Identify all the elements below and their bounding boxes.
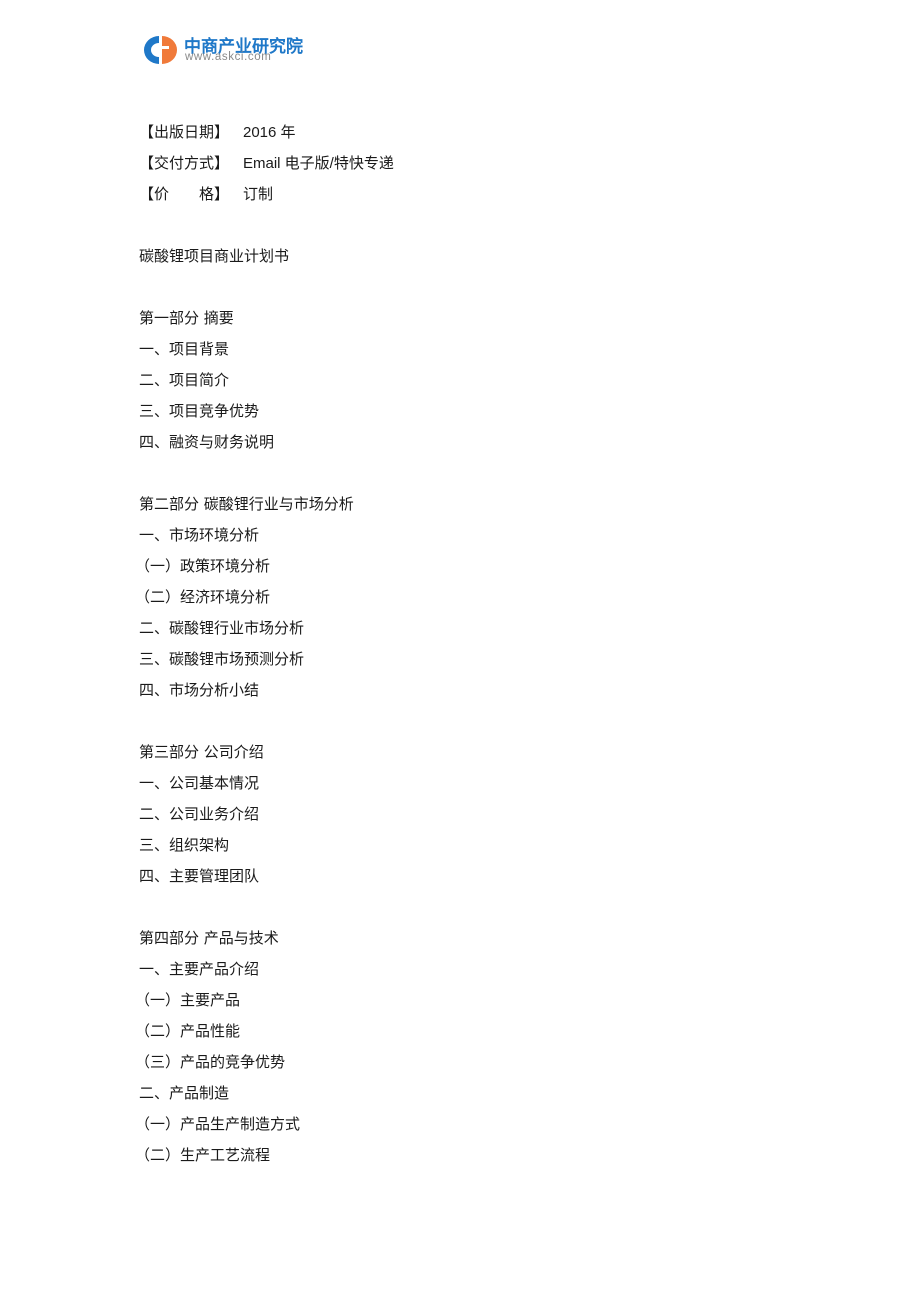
toc-item: （一）政策环境分析: [135, 557, 271, 575]
meta-label: 【交付方式】: [139, 154, 230, 172]
toc-item: 二、产品制造: [139, 1084, 230, 1102]
toc-item: 四、主要管理团队: [139, 867, 260, 885]
toc-item: 四、市场分析小结: [139, 681, 260, 699]
meta-label: 【出版日期】: [139, 123, 230, 141]
publication-meta: 【出版日期】 2016 年 【交付方式】 Email 电子版/特快专递 【价 格】订…: [139, 120, 394, 213]
section-heading: 第一部分 摘要: [139, 309, 234, 327]
meta-price: 【价 格】 订制: [139, 182, 394, 213]
section-heading: 第四部分 产品与技术: [139, 929, 279, 947]
meta-publish-date: 【出版日期】 2016 年: [139, 120, 394, 151]
toc-item: 一、项目背景: [139, 340, 230, 358]
toc-item: 四、融资与财务说明: [139, 433, 275, 451]
table-of-contents: 碳酸锂项目商业计划书 第一部分 摘要 一、项目背景 二、项目简介 三、项目竞争优…: [135, 244, 354, 1174]
toc-item: 一、公司基本情况: [139, 774, 260, 792]
meta-value: Email 电子版/特快专递: [243, 155, 394, 172]
toc-item: 三、项目竞争优势: [139, 402, 260, 420]
meta-value: 订制: [243, 186, 274, 203]
company-logo: 中商产业研究院 www.askci.com: [140, 32, 320, 68]
toc-item: （一）主要产品: [135, 991, 241, 1009]
section-heading: 第三部分 公司介绍: [139, 743, 264, 761]
section-heading: 第二部分 碳酸锂行业与市场分析: [139, 495, 354, 513]
logo-url: www.askci.com: [185, 51, 272, 63]
toc-item: （二）经济环境分析: [135, 588, 271, 606]
toc-item: （三）产品的竞争优势: [135, 1053, 286, 1071]
toc-item: 一、主要产品介绍: [139, 960, 260, 978]
logo-mark-icon: [144, 36, 177, 64]
document-title: 碳酸锂项目商业计划书: [139, 247, 290, 265]
toc-item: 二、公司业务介绍: [139, 805, 260, 823]
toc-item: 一、市场环境分析: [139, 526, 260, 544]
meta-label: 【价 格】: [139, 185, 230, 203]
toc-item: 三、组织架构: [139, 836, 230, 854]
toc-item: 二、项目简介: [139, 371, 230, 389]
toc-item: （二）生产工艺流程: [135, 1146, 271, 1164]
meta-delivery: 【交付方式】 Email 电子版/特快专递: [139, 151, 394, 182]
toc-item: 二、碳酸锂行业市场分析: [139, 619, 305, 637]
meta-value: 2016 年: [243, 124, 296, 141]
toc-item: （一）产品生产制造方式: [135, 1115, 301, 1133]
toc-item: 三、碳酸锂市场预测分析: [139, 650, 305, 668]
toc-item: （二）产品性能: [135, 1022, 241, 1040]
